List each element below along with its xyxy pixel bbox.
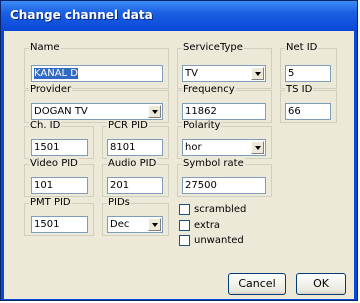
dropdown-arrow-icon[interactable] <box>148 218 161 231</box>
service-type-group: ServiceType TV <box>177 42 272 89</box>
service-type-select[interactable]: TV <box>182 65 266 82</box>
ch-id-group: Ch. ID 1501 <box>24 120 94 159</box>
pids-value: Dec <box>110 219 130 230</box>
video-pid-input[interactable]: 101 <box>31 177 88 194</box>
provider-label: Provider <box>29 84 73 95</box>
scrambled-label: scrambled <box>194 204 247 215</box>
dropdown-arrow-icon[interactable] <box>148 105 161 118</box>
pids-label: PIDs <box>107 197 131 208</box>
net-id-value: 5 <box>288 68 295 79</box>
pcr-pid-value: 8101 <box>110 142 136 153</box>
pcr-pid-input[interactable]: 8101 <box>107 139 163 156</box>
name-value: KANAL D <box>34 68 78 79</box>
polarity-select[interactable]: hor <box>182 139 266 156</box>
polarity-label: Polarity <box>182 120 222 131</box>
ch-id-label: Ch. ID <box>29 120 62 131</box>
ts-id-group: TS ID 66 <box>280 84 337 123</box>
dropdown-arrow-icon[interactable] <box>251 141 264 154</box>
pcr-pid-group: PCR PID 8101 <box>102 120 169 159</box>
service-type-value: TV <box>185 68 198 79</box>
audio-pid-input[interactable]: 201 <box>107 177 163 194</box>
unwanted-checkbox[interactable] <box>179 235 190 246</box>
extra-label: extra <box>194 220 221 231</box>
pcr-pid-label: PCR PID <box>107 120 149 131</box>
frequency-value: 11862 <box>185 106 217 117</box>
net-id-label: Net ID <box>285 42 319 53</box>
video-pid-value: 101 <box>34 180 54 191</box>
pmt-pid-input[interactable]: 1501 <box>31 216 88 233</box>
title-bar[interactable]: Change channel data <box>1 1 357 31</box>
symbol-rate-value: 27500 <box>185 180 217 191</box>
audio-pid-value: 201 <box>110 180 130 191</box>
pmt-pid-value: 1501 <box>34 219 60 230</box>
name-group: Name KANAL D <box>24 42 169 89</box>
frequency-input[interactable]: 11862 <box>182 103 266 120</box>
ch-id-value: 1501 <box>34 142 60 153</box>
polarity-value: hor <box>185 142 202 153</box>
extra-checkbox[interactable] <box>179 220 190 231</box>
name-label: Name <box>29 42 61 53</box>
ts-id-input[interactable]: 66 <box>285 103 331 120</box>
audio-pid-group: Audio PID 201 <box>102 158 169 197</box>
polarity-group: Polarity hor <box>177 120 272 159</box>
audio-pid-label: Audio PID <box>107 158 158 169</box>
frequency-label: Frequency <box>182 84 236 95</box>
video-pid-label: Video PID <box>29 158 79 169</box>
unwanted-label: unwanted <box>194 235 244 246</box>
video-pid-group: Video PID 101 <box>24 158 94 197</box>
symbol-rate-input[interactable]: 27500 <box>182 177 266 194</box>
symbol-rate-group: Symbol rate 27500 <box>177 158 272 197</box>
dialog-body: Name KANAL D ServiceType TV Net ID 5 Pro… <box>4 31 354 299</box>
provider-group: Provider DOGAN TV <box>24 84 169 123</box>
net-id-input[interactable]: 5 <box>285 65 331 82</box>
ok-button[interactable]: OK <box>296 273 346 295</box>
pmt-pid-label: PMT PID <box>29 197 72 208</box>
provider-select[interactable]: DOGAN TV <box>31 103 163 120</box>
provider-value: DOGAN TV <box>34 106 88 117</box>
pmt-pid-group: PMT PID 1501 <box>24 197 94 236</box>
ts-id-label: TS ID <box>285 84 314 95</box>
dialog-window: Change channel data Name KANAL D Service… <box>0 0 358 301</box>
symbol-rate-label: Symbol rate <box>182 158 245 169</box>
cancel-button[interactable]: Cancel <box>228 273 286 295</box>
pids-group: PIDs Dec <box>102 197 169 236</box>
name-input[interactable]: KANAL D <box>31 65 163 82</box>
ts-id-value: 66 <box>288 106 301 117</box>
dropdown-arrow-icon[interactable] <box>251 67 264 80</box>
frequency-group: Frequency 11862 <box>177 84 272 123</box>
window-title: Change channel data <box>10 8 153 22</box>
service-type-label: ServiceType <box>182 42 244 53</box>
scrambled-checkbox[interactable] <box>179 204 190 215</box>
ch-id-input[interactable]: 1501 <box>31 139 88 156</box>
net-id-group: Net ID 5 <box>280 42 337 89</box>
pids-select[interactable]: Dec <box>107 216 163 233</box>
